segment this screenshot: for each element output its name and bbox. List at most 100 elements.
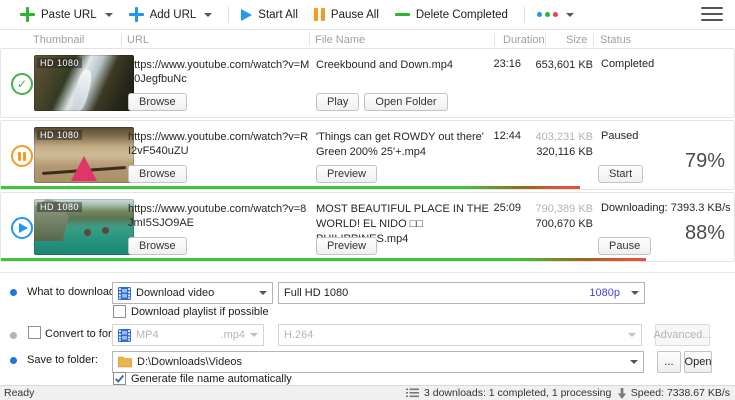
chevron-down-icon: [250, 333, 258, 337]
progress-bar: [1, 258, 647, 261]
col-header-status: Status: [600, 34, 632, 46]
size-downloaded: 700,670 KB: [535, 218, 594, 230]
save-to-folder-label: Save to folder:: [27, 354, 98, 366]
status-text: Downloading: 7393.3 KB/s: [601, 202, 731, 214]
panel-divider: [0, 272, 735, 273]
autoname-checkbox[interactable]: [113, 372, 126, 385]
film-icon: [118, 286, 131, 300]
browse-folder-button[interactable]: ...: [657, 351, 681, 373]
bullet-icon: [10, 357, 17, 364]
start-all-label: Start All: [258, 8, 298, 21]
playlist-checkbox-label: Download playlist if possible: [131, 306, 269, 318]
preview-button[interactable]: Preview: [316, 165, 378, 183]
play-circle-icon: [11, 217, 33, 239]
quality-value: Full HD 1080: [284, 287, 349, 299]
more-actions-button[interactable]: [536, 12, 574, 17]
video-url: https://www.youtube.com/watch?v=RI2vF540…: [128, 131, 309, 157]
folder-path-value: D:\Downloads\Videos: [137, 356, 242, 368]
film-icon: [118, 328, 131, 342]
chevron-down-icon: [631, 291, 639, 295]
swimmer-shape: [84, 229, 91, 236]
download-mode-value: Download video: [136, 287, 215, 299]
paste-url-label: Paste URL: [41, 8, 97, 21]
playlist-checkbox[interactable]: [113, 305, 126, 318]
open-folder-button[interactable]: Open Folder: [364, 93, 448, 111]
chevron-down-icon[interactable]: [104, 12, 113, 17]
status-bar: Ready 3 downloads: 1 completed, 1 proces…: [0, 385, 735, 400]
codec-value: H.264: [284, 329, 314, 341]
paste-url-button[interactable]: Paste URL: [20, 7, 113, 22]
toolbar-separator: [523, 6, 525, 23]
bullet-icon: [10, 332, 17, 339]
delete-completed-label: Delete Completed: [415, 8, 508, 21]
size-total: 403,231 KB: [535, 131, 594, 143]
downloads-summary: 3 downloads: 1 completed, 1 processing: [406, 387, 611, 399]
hd-badge: HD 1080: [37, 202, 83, 212]
percent-complete: 88%: [684, 222, 725, 244]
quality-select[interactable]: Full HD 1080 1080p: [278, 282, 645, 304]
start-button[interactable]: Start: [598, 165, 644, 183]
speed-indicator: Speed: 7338.67 KB/s: [617, 387, 730, 399]
ready-status: Ready: [4, 387, 35, 399]
three-dots-icon: [536, 12, 558, 17]
preview-button[interactable]: Preview: [316, 237, 378, 255]
column-separator: [121, 33, 122, 46]
swimmer-shape: [102, 227, 109, 234]
percent-complete: 79%: [684, 150, 725, 172]
toolbar-separator: [228, 6, 230, 23]
col-header-duration: Duration: [503, 34, 545, 46]
pause-circle-icon: [11, 145, 33, 167]
video-downloader-window: Paste URL Add URL Start All Pause All De…: [0, 0, 735, 400]
codec-select: H.264: [278, 324, 642, 346]
browse-button[interactable]: Browse: [128, 93, 187, 111]
quality-badge: 1080p: [589, 287, 620, 299]
size-downloaded: 320,116 KB: [536, 146, 593, 158]
minus-icon: [394, 13, 410, 16]
col-header-file-name: File Name: [315, 34, 366, 46]
column-separator: [494, 33, 495, 46]
play-button[interactable]: Play: [316, 93, 360, 111]
folder-icon: [118, 356, 132, 368]
format-value: MP4: [136, 329, 159, 341]
size-total: 790,389 KB: [535, 203, 594, 215]
downloads-summary-text: 3 downloads: 1 completed, 1 processing: [424, 387, 612, 399]
pause-all-label: Pause All: [330, 8, 379, 21]
plus-icon: [128, 7, 144, 22]
column-separator: [545, 33, 546, 46]
bullet-icon: [10, 289, 17, 296]
browse-button[interactable]: Browse: [128, 165, 187, 183]
progress-bar: [1, 186, 581, 189]
browse-button[interactable]: Browse: [128, 237, 187, 255]
download-row-completed[interactable]: HD 1080 https://www.youtube.com/watch?v=…: [0, 48, 735, 118]
column-separator: [593, 33, 594, 46]
video-url: https://www.youtube.com/watch?v=M50Jegfb…: [128, 59, 310, 85]
convert-checkbox[interactable]: [28, 326, 41, 339]
pause-button[interactable]: Pause: [598, 237, 652, 255]
video-thumbnail: HD 1080: [34, 55, 134, 111]
advanced-button: Advanced...: [653, 324, 712, 346]
add-url-label: Add URL: [149, 8, 197, 21]
add-url-button[interactable]: Add URL: [128, 7, 213, 22]
what-to-download-label: What to download?: [27, 286, 122, 298]
download-row-downloading[interactable]: HD 1080 https://www.youtube.com/watch?v=…: [0, 192, 735, 262]
col-header-thumbnail: Thumbnail: [33, 34, 85, 46]
menu-button[interactable]: [701, 7, 723, 25]
plus-icon: [20, 7, 35, 22]
play-icon: [241, 8, 253, 21]
download-arrow-icon: [617, 387, 626, 399]
chevron-down-icon[interactable]: [204, 12, 213, 17]
open-folder-button[interactable]: Open: [684, 351, 712, 373]
download-mode-select[interactable]: Download video: [112, 282, 273, 304]
video-thumbnail: HD 1080: [34, 199, 134, 255]
folder-path-select[interactable]: D:\Downloads\Videos: [112, 351, 644, 373]
chevron-down-icon: [259, 291, 267, 295]
start-all-button[interactable]: Start All: [241, 8, 298, 21]
chevron-down-icon: [630, 360, 638, 364]
pause-all-button[interactable]: Pause All: [313, 8, 379, 21]
col-header-size: Size: [566, 34, 588, 46]
delete-completed-button[interactable]: Delete Completed: [394, 8, 508, 21]
download-row-paused[interactable]: HD 1080 https://www.youtube.com/watch?v=…: [0, 120, 735, 190]
size-total: 653,601 KB: [535, 59, 594, 71]
list-icon: [406, 388, 419, 398]
format-ext: .mp4: [220, 329, 245, 341]
